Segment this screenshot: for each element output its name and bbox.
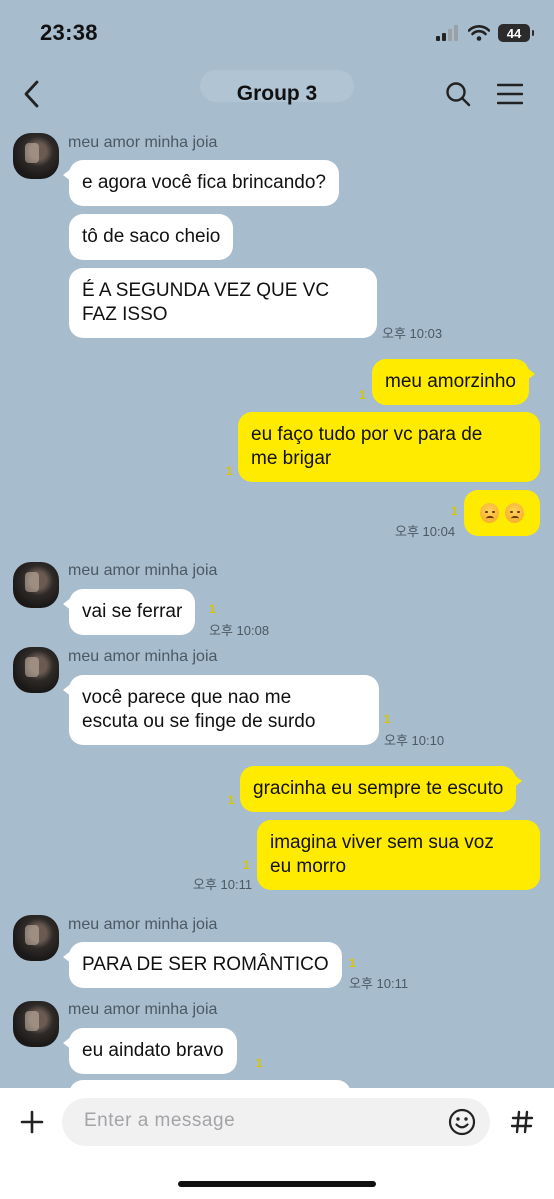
sender-name: meu amor minha joia — [68, 562, 218, 579]
avatar[interactable] — [13, 647, 59, 693]
avatar[interactable] — [13, 915, 59, 961]
read-count: 1 — [451, 504, 458, 518]
pensive-face-emoji — [480, 503, 499, 523]
message-bubble[interactable]: eu faço tudo por vc para de me brigar — [238, 412, 540, 482]
chat-header: Group 3 — [0, 66, 554, 122]
message-bubble[interactable]: tô de saco cheio — [69, 214, 234, 260]
message-bubble[interactable]: PARA DE SER ROMÂNTICO — [63, 942, 342, 988]
search-button[interactable] — [440, 76, 476, 112]
read-count: 1 — [209, 602, 216, 616]
search-icon — [446, 82, 471, 107]
message-bubble[interactable]: É A SEGUNDA VEZ QUE VC FAZ ISSO — [69, 268, 377, 338]
read-count: 1 — [359, 388, 366, 402]
message-line: escuta ou se finge de surdo — [82, 711, 316, 732]
message-bubble[interactable]: você parece que nao me escuta ou se fing… — [63, 675, 379, 745]
read-count: 1 — [226, 464, 233, 478]
avatar[interactable] — [13, 133, 59, 179]
hash-icon — [510, 1110, 534, 1134]
message-bubble[interactable]: meu amorzinho — [372, 359, 535, 405]
message-line: você parece que nao me — [82, 687, 292, 708]
read-count: 1 — [384, 712, 391, 726]
message-line: eu faço tudo por vc para de — [251, 424, 483, 445]
signal-icon — [436, 25, 458, 41]
read-count: 1 — [349, 956, 356, 970]
message-line: eu morro — [270, 856, 347, 877]
plus-icon — [20, 1110, 44, 1134]
input-placeholder: Enter a message — [84, 1110, 236, 1131]
wifi-icon — [468, 25, 490, 41]
message-bubble[interactable]: imagina viver sem sua voz eu morro — [257, 820, 540, 890]
status-bar: 23:38 44 — [0, 0, 554, 64]
avatar[interactable] — [13, 1001, 59, 1047]
read-count: 1 — [243, 858, 250, 872]
message-bubble[interactable]: e agora você fica brincando? — [63, 160, 339, 206]
status-time: 23:38 — [40, 20, 98, 45]
message-bubble[interactable]: vai se ferrar — [62, 589, 196, 635]
avatar[interactable] — [13, 562, 59, 608]
battery-icon: 44 — [498, 24, 534, 42]
message-time: 오후 10:11 — [193, 877, 253, 892]
sender-name: meu amor minha joia — [68, 1001, 218, 1018]
emoji-button[interactable] — [446, 1106, 478, 1138]
message-time: 오후 10:10 — [384, 733, 445, 748]
message-bubble[interactable]: gracinha eu sempre te escuto — [240, 766, 523, 812]
home-indicator — [178, 1181, 376, 1187]
sender-name: meu amor minha joia — [68, 916, 218, 933]
message-bubble[interactable] — [464, 490, 540, 536]
sender-name: meu amor minha joia — [68, 648, 218, 665]
hash-button[interactable] — [504, 1104, 540, 1140]
menu-button[interactable] — [492, 76, 528, 112]
message-time: 오후 10:11 — [349, 976, 409, 991]
message-line: me brigar — [251, 448, 332, 469]
message-bubble[interactable]: eu aindato bravo — [63, 1028, 237, 1074]
status-icons: 44 — [436, 22, 534, 44]
read-count: 1 — [228, 793, 235, 807]
message-line: FAZ ISSO — [82, 304, 168, 325]
message-time: 오후 10:03 — [382, 326, 443, 341]
message-time: 오후 10:08 — [209, 623, 270, 638]
attach-button[interactable] — [14, 1104, 50, 1140]
message-line: É A SEGUNDA VEZ QUE VC — [82, 280, 330, 301]
read-count: 1 — [256, 1056, 263, 1070]
pensive-face-emoji — [505, 503, 524, 523]
menu-icon — [497, 83, 523, 105]
sender-name: meu amor minha joia — [68, 134, 218, 151]
emoji-icon — [448, 1108, 476, 1136]
message-line: imagina viver sem sua voz — [270, 832, 494, 853]
message-input[interactable]: Enter a message — [62, 1098, 490, 1146]
message-time: 오후 10:04 — [395, 524, 456, 539]
